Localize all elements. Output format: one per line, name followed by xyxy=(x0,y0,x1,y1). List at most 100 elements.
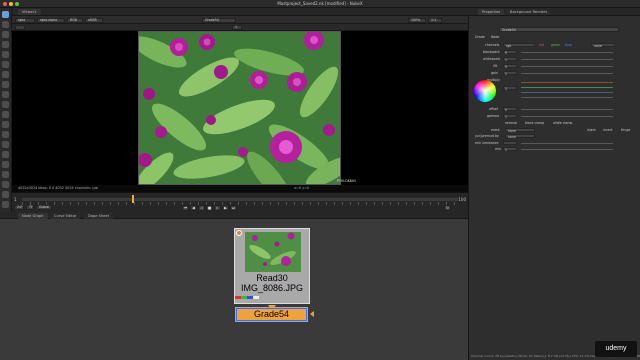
playhead[interactable] xyxy=(132,195,134,203)
gain-slider[interactable] xyxy=(521,73,613,74)
stop-button[interactable]: ■ xyxy=(206,205,213,211)
settings-tool-icon[interactable] xyxy=(2,201,9,208)
toolsets-icon[interactable] xyxy=(2,131,9,138)
viewer-input-dropdown[interactable]: Grade54 xyxy=(202,17,236,23)
channel-tool-icon[interactable] xyxy=(2,41,9,48)
image-tool-icon[interactable] xyxy=(2,31,9,38)
play-backward-button[interactable]: ◁ xyxy=(198,205,205,211)
end-frame-label: 100 xyxy=(458,197,466,202)
red-checkbox[interactable]: red xyxy=(539,43,544,47)
fringe-checkbox[interactable]: fringe xyxy=(621,128,630,132)
subtab-grade[interactable]: Grade xyxy=(475,35,485,39)
extra-channel-dropdown[interactable]: none xyxy=(591,43,615,48)
blue-checkbox[interactable]: blue xyxy=(565,43,572,47)
frame-ratio-dropdown[interactable]: 1:1 xyxy=(428,17,442,23)
fps-field[interactable]: 24* xyxy=(14,205,24,210)
gamma-field[interactable]: 1 xyxy=(503,114,517,119)
whitepoint-slider[interactable] xyxy=(521,59,613,60)
last-frame-button[interactable]: ⏭ xyxy=(230,205,237,211)
offset-slider[interactable] xyxy=(521,109,613,110)
deep-tool-icon[interactable] xyxy=(2,171,9,178)
read-node-name: Read30 xyxy=(256,273,288,283)
first-frame-button[interactable]: ⏮ xyxy=(182,205,189,211)
pointer-tool-icon[interactable] xyxy=(2,11,9,18)
transform-tool-icon[interactable] xyxy=(2,91,9,98)
zoom-dropdown[interactable]: 100% xyxy=(408,17,426,23)
multiply-field[interactable]: 1 xyxy=(503,86,517,91)
color-transform-dropdown[interactable]: sRGB xyxy=(85,17,103,23)
view-tool-icon[interactable] xyxy=(2,111,9,118)
color-tool-icon[interactable] xyxy=(2,51,9,58)
invert-checkbox[interactable]: invert xyxy=(603,128,612,132)
read-node[interactable]: Read30 IMG_8086.JPG xyxy=(234,228,310,304)
subtab-node[interactable]: Node xyxy=(491,35,499,39)
mix-luminance-slider[interactable] xyxy=(521,143,613,144)
plugins-tool-icon[interactable] xyxy=(2,191,9,198)
channel-set-dropdown[interactable]: rgba xyxy=(15,17,35,23)
cara-tool-icon[interactable] xyxy=(2,181,9,188)
lift-field[interactable]: 0 xyxy=(503,64,517,69)
timeline-track[interactable] xyxy=(22,198,458,201)
white-clamp-checkbox[interactable]: white clamp xyxy=(553,121,572,125)
tab-properties[interactable]: Properties xyxy=(478,9,505,15)
viewer-secondary-toolbar: 1 xyxy=(12,24,468,31)
mix-slider[interactable] xyxy=(521,149,613,150)
tab-background-renders[interactable]: Background Renders xyxy=(506,9,552,15)
node-graph[interactable]: Read30 IMG_8086.JPG Grade54 xyxy=(0,219,468,360)
loop-mode-button[interactable]: ↻ xyxy=(444,205,451,211)
lift-slider[interactable] xyxy=(521,66,613,67)
mask-label: mask xyxy=(491,128,500,132)
green-checkbox[interactable]: green xyxy=(551,43,560,47)
colorspace-dropdown[interactable]: RGB xyxy=(67,17,83,23)
draw-tool-icon[interactable] xyxy=(2,21,9,28)
frame-field[interactable]: 1 xyxy=(232,25,242,30)
channels-dropdown[interactable]: rgb xyxy=(503,43,535,48)
gamma-slider[interactable] xyxy=(521,116,613,117)
mix-label: mix xyxy=(495,147,501,151)
timecode-dropdown[interactable]: TF xyxy=(26,205,34,210)
offset-field[interactable]: 0 xyxy=(503,107,517,112)
unpremult-dropdown[interactable]: none xyxy=(505,134,535,139)
other-tool-icon[interactable] xyxy=(2,141,9,148)
black-clamp-checkbox[interactable]: black clamp xyxy=(525,121,544,125)
mix-luminance-field[interactable] xyxy=(503,141,517,145)
timeline[interactable]: 1 100 24* TF Global ⏮ ◀ ◁ ■ ▷ ▶ ⏭ ↻ xyxy=(12,192,468,212)
window-title: Mastproject_Saved2.nk [modified] - NukeX xyxy=(277,1,363,6)
mix-field[interactable]: 1 xyxy=(503,147,517,152)
blackpoint-field[interactable]: 0 xyxy=(503,50,517,55)
viewer-canvas[interactable] xyxy=(12,31,468,185)
filter-tool-icon[interactable] xyxy=(2,61,9,68)
inject-checkbox[interactable]: inject xyxy=(587,128,596,132)
merge-tool-icon[interactable] xyxy=(2,81,9,88)
grade-node-mask-input[interactable] xyxy=(310,311,314,317)
blackpoint-slider[interactable] xyxy=(521,52,613,53)
multiply-green-slider[interactable] xyxy=(521,87,613,88)
whitepoint-field[interactable]: 1 xyxy=(503,57,517,62)
multiply-blue-slider[interactable] xyxy=(521,92,613,93)
flower-photo xyxy=(139,32,340,184)
gain-field[interactable] xyxy=(15,25,25,30)
furnace-tool-icon[interactable] xyxy=(2,151,9,158)
particles-tool-icon[interactable] xyxy=(2,161,9,168)
mask-dropdown[interactable]: none xyxy=(505,128,535,133)
color-wheel-icon[interactable] xyxy=(474,80,496,102)
play-forward-button[interactable]: ▷ xyxy=(214,205,221,211)
3d-tool-icon[interactable] xyxy=(2,101,9,108)
read-node-file: IMG_8086.JPG xyxy=(240,283,304,293)
multiply-alpha-slider[interactable] xyxy=(521,97,613,98)
frame-range-mode-dropdown[interactable]: Global xyxy=(36,205,52,210)
multiply-red-slider[interactable] xyxy=(521,82,613,83)
viewer-tab-bar: Viewer1 xyxy=(12,8,468,16)
reverse-checkbox[interactable]: reverse xyxy=(505,121,517,125)
tab-viewer[interactable]: Viewer1 xyxy=(18,9,41,15)
channel-layer-dropdown[interactable]: rgba.alpha xyxy=(37,17,65,23)
grade-node[interactable]: Grade54 xyxy=(236,308,307,321)
unpremult-label: (un)premult by xyxy=(475,134,499,138)
metadata-tool-icon[interactable] xyxy=(2,121,9,128)
gain-param-field[interactable]: 1 xyxy=(503,71,517,76)
whitepoint-label: whitepoint xyxy=(483,57,500,61)
node-name-field[interactable]: Grade54 xyxy=(499,27,619,32)
step-forward-button[interactable]: ▶ xyxy=(222,205,229,211)
step-back-button[interactable]: ◀ xyxy=(190,205,197,211)
keyer-tool-icon[interactable] xyxy=(2,71,9,78)
